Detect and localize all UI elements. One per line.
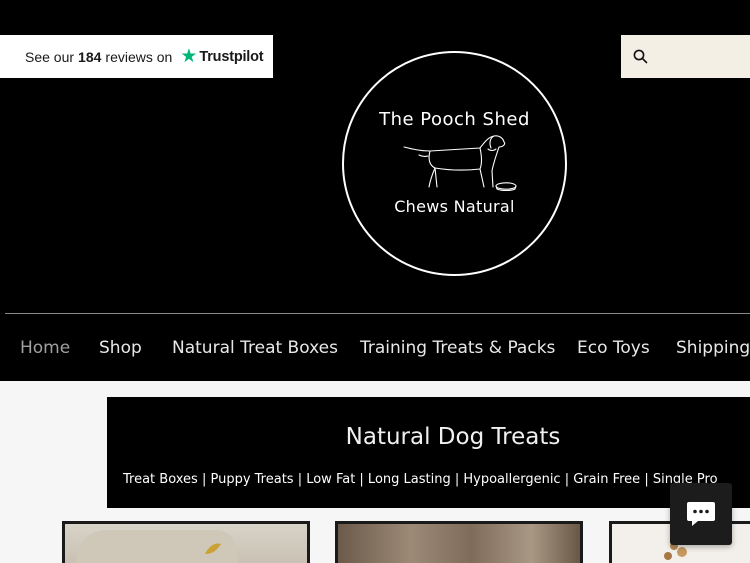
- dog-icon: [403, 135, 517, 192]
- chat-button[interactable]: [670, 483, 732, 545]
- trustpilot-star-icon: ★: [180, 46, 198, 67]
- product-image[interactable]: [338, 524, 580, 563]
- search-icon[interactable]: [633, 49, 648, 64]
- banner-categories[interactable]: Treat Boxes | Puppy Treats | Low Fat | L…: [123, 472, 718, 487]
- nav-item-shipping[interactable]: Shipping: [676, 330, 750, 366]
- nav-item-training-treats[interactable]: Training Treats & Packs: [360, 330, 555, 366]
- nav-item-home[interactable]: Home: [20, 330, 70, 366]
- chat-icon: [687, 502, 715, 526]
- nav-item-eco-toys[interactable]: Eco Toys: [577, 330, 650, 366]
- banner-title: Natural Dog Treats: [345, 424, 561, 450]
- page: See our 184 reviews on ★ Trustpilot The …: [0, 0, 750, 563]
- product-image[interactable]: [65, 524, 307, 563]
- product-card[interactable]: [335, 521, 583, 563]
- trustpilot-suffix: reviews on: [105, 48, 173, 65]
- search-box[interactable]: [621, 35, 750, 78]
- nav-item-natural-treat-boxes[interactable]: Natural Treat Boxes: [172, 330, 338, 366]
- trustpilot-prefix: See our: [25, 48, 75, 65]
- product-card[interactable]: [62, 521, 310, 563]
- nav-divider: [5, 313, 750, 314]
- logo-tagline: Chews Natural: [394, 197, 515, 216]
- content-area: Natural Dog Treats Treat Boxes | Puppy T…: [0, 381, 750, 563]
- trustpilot-brand: Trustpilot: [199, 48, 264, 65]
- category-banner: Natural Dog Treats Treat Boxes | Puppy T…: [107, 397, 750, 508]
- nav-item-shop[interactable]: Shop: [99, 330, 142, 366]
- trustpilot-widget[interactable]: See our 184 reviews on ★ Trustpilot: [0, 35, 273, 78]
- logo[interactable]: The Pooch Shed Chews Natural: [342, 51, 567, 276]
- main-nav: Home Shop Natural Treat Boxes Training T…: [0, 330, 750, 366]
- trustpilot-review-count: 184: [78, 48, 102, 65]
- search-input[interactable]: [656, 48, 746, 65]
- logo-title: The Pooch Shed: [379, 109, 530, 130]
